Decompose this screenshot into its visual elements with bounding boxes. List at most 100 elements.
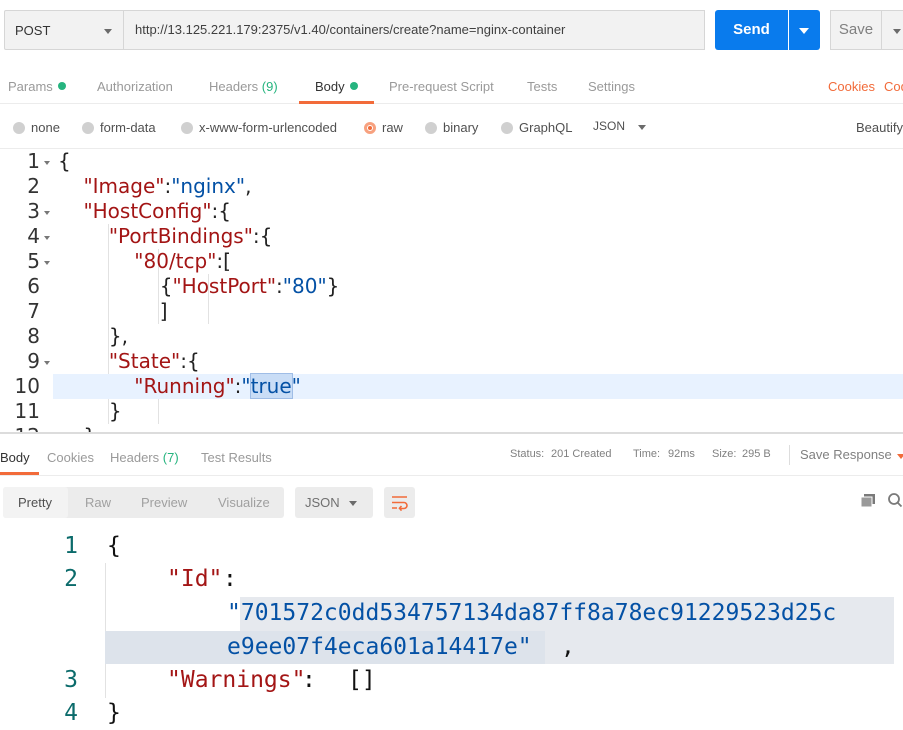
line-number: 7 (27, 299, 40, 323)
chevron-down-icon (349, 501, 357, 506)
save-response-button[interactable]: Save Response (800, 447, 892, 462)
chevron-down-icon (897, 454, 903, 459)
radio-none[interactable] (13, 122, 25, 134)
code-line: 12 } (0, 424, 903, 432)
response-tab-test-results[interactable]: Test Results (201, 450, 272, 465)
line-number: 4 (64, 700, 78, 726)
radio-raw[interactable] (364, 122, 376, 134)
json-key: "Id" (167, 566, 223, 592)
headers-count: (7) (162, 450, 179, 465)
view-preview[interactable]: Preview (141, 495, 187, 510)
code-line: 9 "State":{ (0, 349, 903, 374)
tab-tests[interactable]: Tests (527, 79, 557, 94)
chevron-down-icon (799, 28, 809, 34)
save-options-button[interactable] (882, 10, 903, 50)
line-number: 3 (64, 667, 78, 693)
divider (0, 475, 903, 476)
method-select[interactable]: POST (4, 10, 123, 50)
radio-label-raw: raw (382, 120, 403, 135)
line-number: 4 (27, 224, 40, 248)
copy-icon[interactable] (860, 493, 876, 508)
code-line: 3 "HostConfig":{ (0, 199, 903, 224)
fold-arrow-icon[interactable] (44, 211, 50, 215)
method-label: POST (15, 23, 51, 38)
view-raw[interactable]: Raw (85, 495, 111, 510)
radio-label-none: none (31, 120, 60, 135)
size-value: 295 B (742, 448, 771, 460)
code-line: 5 "80/tcp":[ (0, 249, 903, 274)
pane-resize-handle[interactable] (0, 432, 903, 434)
line-number: 12 (0, 424, 40, 432)
json-key: "Warnings" (167, 667, 306, 693)
wrap-lines-icon (392, 496, 408, 512)
wrap-lines-button[interactable] (384, 487, 415, 518)
fold-arrow-icon[interactable] (44, 236, 50, 240)
line-number: 2 (64, 566, 78, 592)
tab-label: Body (315, 79, 345, 94)
fold-arrow-icon[interactable] (44, 361, 50, 365)
radio-label-binary: binary (443, 120, 479, 135)
tab-label: Headers (209, 79, 259, 94)
status-dot-icon (349, 82, 358, 90)
tab-settings[interactable]: Settings (588, 79, 635, 94)
radio-label-form-data: form-data (100, 120, 156, 135)
fold-arrow-icon[interactable] (44, 161, 50, 165)
view-visualize[interactable]: Visualize (218, 495, 270, 510)
tab-pre-request-script[interactable]: Pre-request Script (389, 79, 494, 94)
tab-authorization[interactable]: Authorization (97, 79, 173, 94)
tab-divider (0, 103, 903, 104)
url-input[interactable]: http://13.125.221.179:2375/v1.40/contain… (123, 10, 705, 50)
send-button[interactable]: Send (715, 10, 788, 50)
line-number: 5 (27, 249, 40, 273)
radio-label-urlencoded: x-www-form-urlencoded (199, 120, 337, 135)
view-pretty[interactable]: Pretty (18, 495, 52, 510)
chevron-down-icon (104, 29, 112, 34)
json-value: [] (348, 667, 376, 693)
response-body-viewer[interactable]: 1{ 2 "Id": "701572c0dd534757134da87ff8a78… (0, 530, 903, 730)
tab-body[interactable]: Body (315, 79, 358, 94)
beautify-link[interactable]: Beautify (856, 120, 903, 135)
line-number: 6 (27, 274, 40, 298)
line-number: 8 (27, 324, 40, 348)
code-line: 4 "PortBindings":{ (0, 224, 903, 249)
line-number: 11 (14, 399, 40, 423)
line-number: 3 (27, 199, 40, 223)
chevron-down-icon (638, 125, 646, 130)
active-tab-indicator (299, 101, 374, 104)
line-number: 1 (64, 533, 78, 559)
radio-binary[interactable] (425, 122, 437, 134)
search-icon[interactable] (887, 492, 903, 509)
code-link[interactable]: Code (884, 79, 903, 94)
save-button[interactable]: Save (830, 10, 882, 50)
radio-x-www-form-urlencoded[interactable] (181, 122, 193, 134)
chevron-down-icon (893, 29, 901, 34)
line-number: 10 (14, 374, 40, 398)
radio-graphql[interactable] (501, 122, 513, 134)
response-tab-body[interactable]: Body (0, 450, 30, 465)
divider (789, 445, 790, 465)
tab-params[interactable]: Params (8, 79, 66, 94)
code-line: 7 ] (0, 299, 903, 324)
tab-label: Headers (110, 450, 160, 465)
code-line: 2 "Image":"nginx", (0, 174, 903, 199)
headers-count: (9) (261, 79, 278, 94)
line-number: 9 (27, 349, 40, 373)
body-format-select[interactable]: JSON (593, 119, 625, 133)
json-value: e9ee07f4eca601a14417e" (227, 634, 532, 660)
response-tab-headers[interactable]: Headers (7) (110, 450, 179, 465)
request-body-editor[interactable]: 1{ 2 "Image":"nginx", 3 "HostConfig":{ 4… (0, 149, 903, 432)
send-options-button[interactable] (789, 10, 820, 50)
time-label: Time: (633, 448, 661, 460)
view-mode-toggle: Pretty Raw Preview Visualize (3, 487, 284, 518)
cookies-link[interactable]: Cookies (828, 79, 875, 94)
code-line-active: 10 "Running":"true" (0, 373, 903, 399)
tab-headers[interactable]: Headers (9) (209, 79, 278, 94)
line-number: 1 (27, 149, 40, 173)
radio-label-graphql: GraphQL (519, 120, 573, 135)
response-tab-cookies[interactable]: Cookies (47, 450, 94, 465)
radio-form-data[interactable] (82, 122, 94, 134)
size-label: Size: (712, 448, 737, 460)
response-format-select[interactable]: JSON (295, 487, 373, 518)
fold-arrow-icon[interactable] (44, 261, 50, 265)
time-value: 92ms (668, 448, 695, 460)
